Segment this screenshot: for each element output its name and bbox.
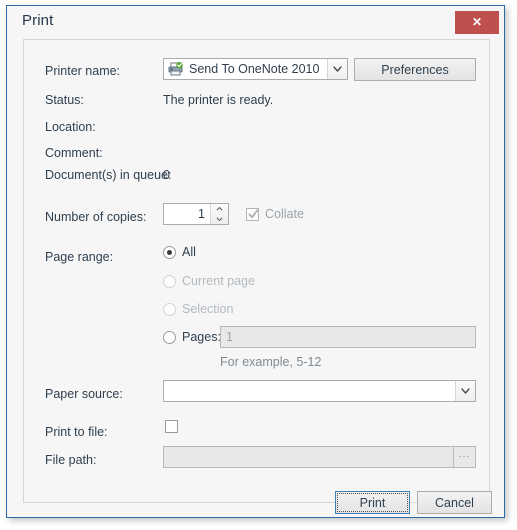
status-label: Status:	[45, 93, 84, 107]
collate-checkbox[interactable]	[246, 207, 259, 221]
copies-spin-buttons[interactable]	[210, 204, 228, 224]
print-to-file-checkbox-row[interactable]	[165, 420, 178, 433]
radio-dot	[167, 249, 172, 255]
paper-source-label: Paper source:	[45, 387, 123, 401]
file-path-input[interactable]	[163, 446, 454, 468]
radio-current-page-label: Current page	[182, 274, 255, 288]
queue-label: Document(s) in queue:	[45, 168, 172, 182]
dialog-titlebar: Print ✕	[7, 6, 504, 39]
cancel-button[interactable]: Cancel	[417, 491, 492, 514]
close-icon[interactable]: ✕	[455, 11, 499, 34]
page-range-option-current-page[interactable]: Current page	[163, 274, 255, 288]
collate-checkbox-row[interactable]: Collate	[246, 207, 304, 221]
paper-source-select[interactable]	[163, 380, 476, 402]
dialog-title: Print	[22, 12, 54, 29]
print-button-label: Print	[359, 496, 386, 510]
copies-label: Number of copies:	[45, 210, 147, 224]
page-range-label: Page range:	[45, 250, 114, 264]
chevron-down-icon[interactable]	[455, 381, 475, 401]
location-label: Location:	[45, 120, 96, 134]
collate-label: Collate	[265, 207, 304, 221]
queue-value: 0	[163, 168, 170, 182]
printer-name-label: Printer name:	[45, 64, 121, 78]
spin-up-icon[interactable]	[211, 204, 228, 214]
radio-selection[interactable]	[163, 302, 176, 316]
page-range-option-all[interactable]: All	[163, 245, 196, 259]
radio-pages-label: Pages:	[182, 330, 221, 344]
radio-all[interactable]	[163, 245, 176, 259]
printer-select[interactable]: Send To OneNote 2010	[163, 58, 348, 80]
radio-selection-label: Selection	[182, 302, 234, 316]
print-to-file-label: Print to file:	[45, 425, 108, 439]
screen: Print ✕ Printer name: Send To OneNote 20…	[0, 0, 517, 530]
print-dialog: Print ✕ Printer name: Send To OneNote 20…	[6, 5, 505, 518]
status-value: The printer is ready.	[163, 93, 274, 107]
browse-file-button[interactable]: ...	[454, 446, 476, 468]
check-icon	[248, 208, 259, 218]
printer-select-value-wrap: Send To OneNote 2010	[164, 62, 327, 76]
printer-icon	[168, 62, 184, 76]
spin-down-icon[interactable]	[211, 214, 228, 224]
page-range-option-pages[interactable]: Pages:	[163, 330, 221, 344]
radio-current-page[interactable]	[163, 274, 176, 288]
pages-input[interactable]: 1	[220, 326, 476, 348]
chevron-down-icon[interactable]	[327, 59, 347, 79]
printer-select-value: Send To OneNote 2010	[189, 62, 320, 76]
page-range-option-selection[interactable]: Selection	[163, 302, 233, 316]
copies-stepper[interactable]: 1	[163, 203, 229, 225]
print-button[interactable]: Print	[335, 491, 410, 514]
print-options-panel: Printer name: Send To OneNote 2010 Prefe…	[23, 39, 492, 514]
copies-value[interactable]: 1	[164, 204, 210, 224]
comment-label: Comment:	[45, 146, 103, 160]
preferences-button[interactable]: Preferences	[354, 58, 476, 81]
file-path-label: File path:	[45, 453, 97, 467]
radio-pages[interactable]	[163, 330, 176, 344]
print-to-file-checkbox[interactable]	[165, 420, 178, 433]
pages-example-hint: For example, 5-12	[220, 355, 322, 369]
radio-all-label: All	[182, 245, 196, 259]
